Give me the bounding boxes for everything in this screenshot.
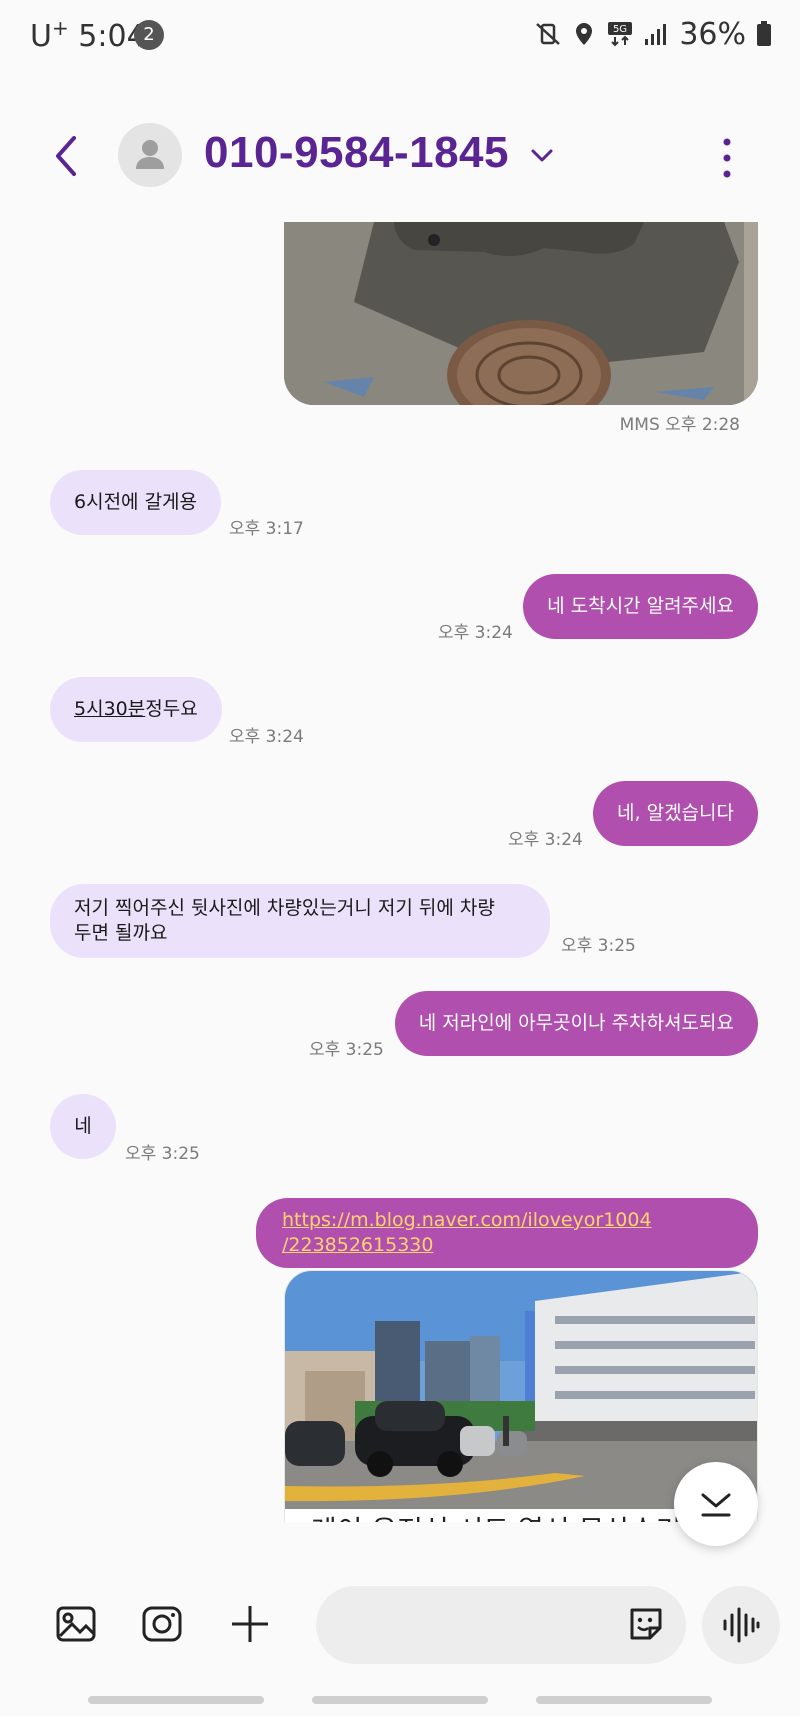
- carrier-plus: +: [51, 16, 69, 40]
- gallery-icon[interactable]: [54, 1602, 98, 1646]
- message-meta: MMS 오후 2:28: [619, 415, 740, 435]
- message-meta: 오후 3:25: [561, 936, 636, 956]
- message-meta: 오후 3:24: [508, 830, 583, 850]
- mms-image[interactable]: [284, 222, 758, 405]
- outgoing-message[interactable]: 네 저라인에 아무곳이나 주차하셔도되요: [394, 991, 758, 1056]
- conversation-header: 010-9584-1845: [0, 110, 800, 200]
- back-arrow-icon[interactable]: [48, 132, 84, 180]
- signal-icon: [645, 24, 667, 45]
- message-meta: 오후 3:25: [309, 1040, 384, 1060]
- url-link[interactable]: /223852615330: [282, 1233, 732, 1258]
- nav-indicator: [536, 1696, 712, 1704]
- sticker-icon[interactable]: [626, 1604, 666, 1644]
- avatar[interactable]: [118, 123, 182, 187]
- carrier-name: U: [30, 19, 52, 54]
- outgoing-message[interactable]: 네 도착시간 알려주세요: [523, 574, 758, 639]
- outgoing-message[interactable]: 네, 알겠습니다: [593, 781, 758, 846]
- parking-road-photo: [284, 222, 758, 405]
- mute-vibrate-icon: [536, 23, 561, 45]
- message-line: 저기 찍어주신 뒷사진에 차량있는거니 저기 뒤에 차량: [74, 897, 495, 919]
- link-preview-title: 레이 운전석 시트 열선 무상수리: [311, 1509, 681, 1522]
- url-link[interactable]: https://m.blog.naver.com/iloveyor1004: [282, 1208, 732, 1233]
- time-link[interactable]: 5시30분: [74, 698, 145, 720]
- notification-count-badge: 2: [134, 20, 164, 50]
- voice-record-button[interactable]: [702, 1586, 780, 1664]
- nav-indicator: [312, 1696, 488, 1704]
- contact-number[interactable]: 010-9584-1845: [204, 128, 509, 178]
- outgoing-link-message[interactable]: https://m.blog.naver.com/iloveyor1004 /2…: [256, 1198, 758, 1268]
- message-meta: 오후 3:24: [438, 623, 513, 643]
- battery-icon: [757, 21, 771, 46]
- message-meta: 오후 3:25: [125, 1144, 200, 1164]
- incoming-message[interactable]: 6시전에 갈게용: [50, 470, 222, 535]
- message-meta: 오후 3:17: [229, 519, 304, 539]
- svg-text:5G: 5G: [613, 24, 627, 35]
- 5g-icon: 5G: [608, 22, 633, 47]
- incoming-message[interactable]: 저기 찍어주신 뒷사진에 차량있는거니 저기 뒤에 차량 두면 될까요: [50, 884, 550, 958]
- camera-icon[interactable]: [140, 1602, 184, 1646]
- scroll-to-bottom-button[interactable]: [674, 1462, 758, 1546]
- avatar-person-icon: [136, 140, 164, 169]
- location-icon: [576, 23, 593, 45]
- chevron-down-icon[interactable]: [530, 146, 554, 166]
- incoming-message[interactable]: 5시30분정두요: [50, 677, 222, 742]
- voice-wave-icon: [723, 1607, 760, 1643]
- incoming-message[interactable]: 네: [50, 1094, 116, 1159]
- more-vert-icon[interactable]: [712, 134, 742, 182]
- message-input-bar: [0, 1580, 800, 1672]
- chat-area[interactable]: MMS 오후 2:28 6시전에 갈게용 오후 3:17 오후 3:24 네 도…: [0, 222, 800, 1522]
- battery-percent: 36%: [679, 16, 746, 52]
- plus-icon[interactable]: [228, 1602, 272, 1646]
- nav-indicator: [88, 1696, 264, 1704]
- status-bar: U+ 5:04 2 5G 36%: [0, 0, 800, 70]
- carrier-time: U+ 5:04: [30, 16, 146, 54]
- message-meta: 오후 3:24: [229, 727, 304, 747]
- status-icons: 5G 36%: [535, 14, 772, 54]
- message-text: 정두요: [145, 698, 198, 720]
- message-line: 두면 될까요: [74, 922, 168, 944]
- chevron-down-to-line-icon: [701, 1493, 731, 1517]
